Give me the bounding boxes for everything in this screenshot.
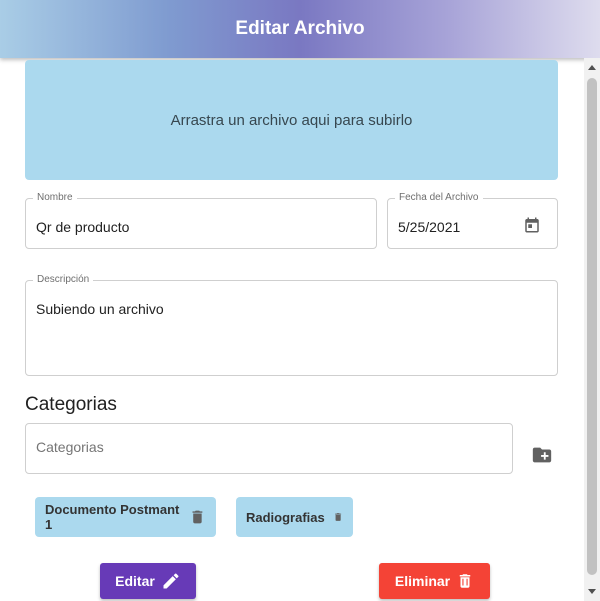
fecha-field[interactable]: Fecha del Archivo 5/25/2021 — [387, 192, 558, 249]
pencil-icon — [163, 573, 179, 589]
folder-add-icon[interactable] — [531, 444, 553, 466]
categorias-title: Categorias — [25, 394, 117, 415]
dropzone-text: Arrastra un archivo aqui para subirlo — [170, 111, 413, 129]
categorias-field[interactable] — [25, 423, 513, 474]
chip-label: Radiografias — [246, 509, 325, 525]
trash-icon[interactable] — [189, 507, 206, 527]
nombre-label: Nombre — [33, 192, 77, 204]
delete-button[interactable]: Eliminar — [379, 563, 490, 599]
descripcion-label: Descripción — [33, 274, 94, 286]
edit-button[interactable]: Editar — [100, 563, 196, 599]
categorias-input[interactable] — [36, 439, 496, 455]
scroll-thumb[interactable] — [587, 78, 597, 575]
edit-button-label: Editar — [115, 573, 155, 589]
category-chip: Radiografias — [236, 497, 353, 537]
nombre-field[interactable]: Nombre Qr de producto — [25, 192, 377, 249]
category-chip: Documento Postmant 1 — [35, 497, 216, 537]
dialog-content: Arrastra un archivo aqui para subirlo No… — [0, 58, 584, 601]
chip-label: Documento Postmant 1 — [45, 502, 180, 532]
scroll-down-arrow-icon[interactable] — [588, 589, 596, 594]
dialog-title: Editar Archivo — [235, 18, 365, 39]
trash-icon[interactable] — [333, 507, 343, 527]
delete-button-label: Eliminar — [394, 573, 451, 589]
vertical-scrollbar[interactable] — [584, 58, 600, 601]
fecha-value[interactable]: 5/25/2021 — [398, 219, 460, 235]
scroll-up-arrow-icon[interactable] — [588, 65, 596, 70]
descripcion-field[interactable]: Descripción Subiendo un archivo — [25, 274, 558, 376]
fecha-label: Fecha del Archivo — [395, 192, 483, 204]
dialog-header: Editar Archivo — [0, 0, 600, 58]
nombre-value[interactable]: Qr de producto — [36, 219, 129, 235]
calendar-icon[interactable] — [523, 216, 541, 234]
descripcion-value[interactable]: Subiendo un archivo — [36, 301, 164, 317]
trash-icon — [459, 574, 471, 588]
file-dropzone[interactable]: Arrastra un archivo aqui para subirlo — [25, 60, 558, 180]
